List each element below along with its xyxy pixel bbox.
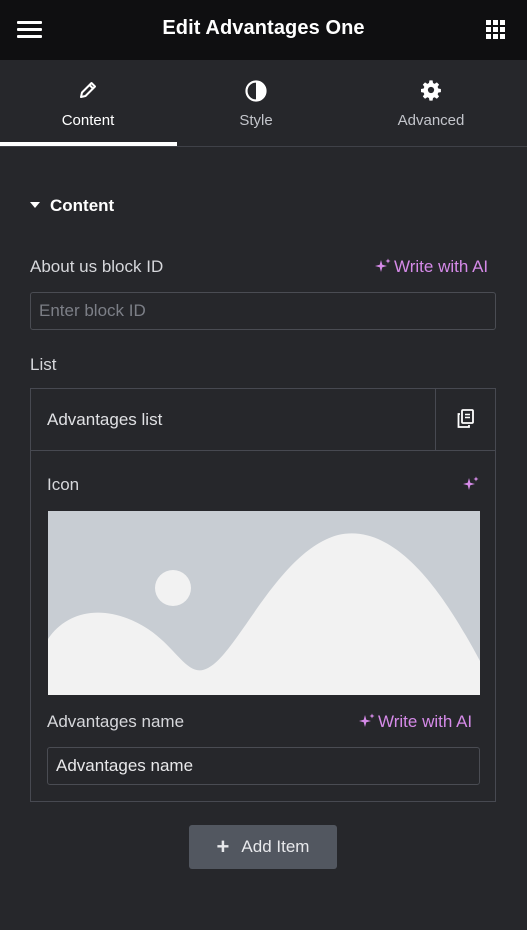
caret-down-icon (30, 202, 40, 208)
section-title: Content (50, 196, 115, 215)
tab-style-label: Style (239, 112, 273, 129)
panel-tabs: Content Style Advanced (0, 60, 527, 147)
tab-advanced[interactable]: Advanced (343, 60, 519, 146)
tab-style[interactable]: Style (168, 60, 344, 146)
repeater-item-title: Advantages list (47, 410, 163, 429)
name-write-with-ai[interactable]: Write with AI (359, 712, 472, 732)
tab-advanced-label: Advanced (397, 112, 465, 129)
content-section-toggle[interactable]: Content (30, 196, 114, 216)
panel-title: Edit Advantages One (162, 17, 365, 39)
pencil-icon (0, 79, 176, 103)
copy-icon (457, 409, 474, 428)
contrast-icon (168, 79, 344, 103)
advantages-repeater: Advantages list Icon Advantages name Wri… (30, 388, 496, 802)
active-tab-indicator (0, 142, 177, 146)
list-label: List (30, 355, 57, 374)
advantages-name-label: Advantages name (47, 712, 185, 731)
block-id-write-with-ai[interactable]: Write with AI (375, 257, 488, 277)
ai-sparkle-icon (463, 476, 479, 490)
plus-icon: + (216, 834, 230, 859)
write-with-ai-label: Write with AI (378, 712, 473, 731)
gear-icon (343, 79, 519, 103)
tab-content-label: Content (61, 112, 115, 129)
icon-ai-button[interactable] (463, 475, 482, 495)
icon-label: Icon (47, 475, 80, 494)
ai-sparkle-icon (359, 713, 375, 727)
image-placeholder[interactable] (48, 511, 480, 695)
tab-content[interactable]: Content (0, 60, 177, 146)
apps-grid-icon[interactable] (486, 20, 506, 40)
block-id-input[interactable] (30, 292, 496, 330)
duplicate-item-button[interactable] (435, 389, 495, 450)
top-bar: Edit Advantages One (0, 0, 527, 60)
repeater-item-header[interactable]: Advantages list (31, 389, 495, 451)
add-item-button[interactable]: + Add Item (189, 825, 337, 869)
advantages-name-input[interactable] (47, 747, 480, 785)
block-id-label: About us block ID (30, 257, 164, 276)
write-with-ai-label: Write with AI (394, 257, 489, 276)
ai-sparkle-icon (375, 258, 391, 272)
add-item-label: Add Item (241, 837, 310, 856)
